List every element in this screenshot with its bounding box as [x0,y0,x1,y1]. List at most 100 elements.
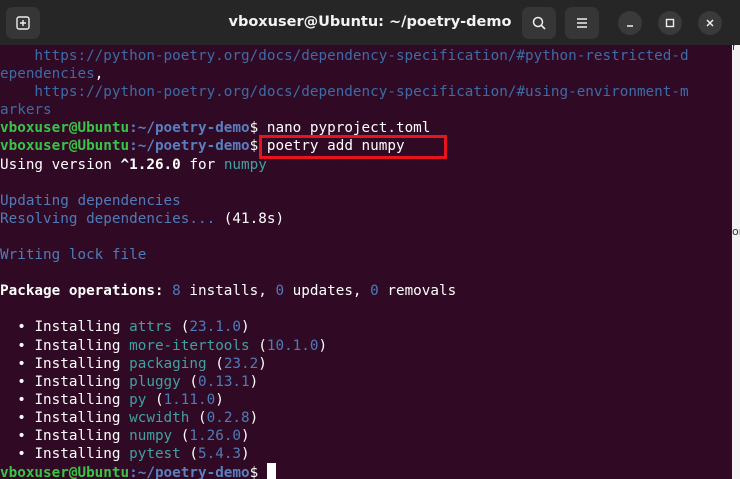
install-package: more-itertools [129,337,250,354]
prompt-path: :~/poetry-demo [129,138,250,155]
install-line: • Installing pluggy (0.13.1) [0,373,732,391]
install-package: py [129,391,147,408]
install-line: • Installing numpy (1.26.0) [0,427,732,445]
removals-text: removals [378,283,457,300]
output-line-url2: https://python-poetry.org/docs/dependenc… [0,84,689,101]
output-line-url1: https://python-poetry.org/docs/dependenc… [0,48,689,64]
install-close-paren: ) [249,409,259,426]
output-line-url1-cont: ependencies, [0,65,732,83]
install-version: 5.4.3 [198,446,242,463]
using-version: ^1.26.0 [120,156,181,173]
install-action: Installing [34,373,130,390]
output-line-package-operations: Package operations: 8 installs, 0 update… [0,282,732,300]
install-version: 23.2 [223,355,259,372]
install-line: • Installing more-itertools (10.1.0) [0,337,732,355]
url1-comma: , [94,66,104,83]
title-bar: vboxuser@Ubuntu: ~/poetry-demo [0,0,740,45]
output-line-url2-cont: arkers [0,102,52,119]
install-bullet: • [0,391,35,408]
install-version: 0.2.8 [206,409,250,426]
install-version: 1.26.0 [189,427,242,444]
menu-button[interactable] [565,7,599,39]
search-button[interactable] [522,7,556,39]
install-open-paren: ( [172,319,190,336]
install-bullet: • [0,427,35,444]
output-line-writing: Writing lock file [0,247,147,264]
install-bullet: • [0,355,35,372]
installs-text: installs, [180,283,276,300]
background-fragment: r [732,45,737,53]
minimize-icon [627,25,633,27]
using-for: for [180,156,224,173]
install-list: • Installing attrs (23.1.0) • Installing… [0,318,732,463]
prompt-user: vboxuser@Ubuntu [0,120,130,137]
using-prefix: Using version [0,156,121,173]
removals-count: 0 [370,283,379,300]
install-close-paren: ) [258,355,267,372]
install-version: 10.1.0 [266,337,319,354]
installs-count: 8 [172,283,181,300]
text-cursor [266,463,276,479]
terminal-output[interactable]: https://python-poetry.org/docs/dependenc… [0,47,732,479]
output-line-updating: Updating dependencies [0,192,181,209]
install-version: 23.1.0 [189,319,242,336]
new-tab-icon [16,16,30,30]
maximize-icon [665,18,675,28]
install-package: pluggy [129,373,181,390]
install-bullet: • [0,409,35,426]
close-icon [706,19,714,27]
prompt-path: :~/poetry-demo [129,465,250,479]
prompt-path: :~/poetry-demo [129,120,250,137]
updates-text: updates, [284,283,371,300]
output-line-resolving: Resolving dependencies... (41.8s) [0,210,732,228]
prompt-user: vboxuser@Ubuntu [0,138,130,155]
install-action: Installing [34,427,130,444]
install-version: 1.11.0 [163,391,216,408]
install-bullet: • [0,319,35,336]
install-line: • Installing packaging (23.2) [0,355,732,373]
install-action: Installing [34,446,130,463]
minimize-button[interactable] [618,11,642,35]
install-open-paren: ( [206,355,224,372]
background-fragment: or [732,225,740,238]
hamburger-menu-icon [577,18,587,28]
install-package: packaging [129,355,207,372]
resolving-time: (41.8s) [215,210,285,227]
install-open-paren: ( [180,446,198,463]
install-close-paren: ) [241,319,250,336]
maximize-button[interactable] [658,11,682,35]
install-package: numpy [129,427,173,444]
command-nano: $ nano pyproject.toml [249,120,431,137]
new-tab-button[interactable] [6,7,40,39]
prompt-line-final: vboxuser@Ubuntu:~/poetry-demo$ [0,463,732,479]
install-bullet: • [0,337,35,354]
install-line: • Installing attrs (23.1.0) [0,318,732,336]
install-close-paren: ) [318,337,328,354]
install-bullet: • [0,373,35,390]
install-version: 0.13.1 [198,373,250,390]
install-close-paren: ) [249,373,259,390]
pkg-ops-label: Package operations: [0,283,164,300]
install-open-paren: ( [189,409,207,426]
search-icon [532,16,546,30]
install-open-paren: ( [249,337,267,354]
install-line: • Installing py (1.11.0) [0,391,732,409]
terminal-window: vboxuser@Ubuntu: ~/poetry-demo https://p… [0,0,740,479]
install-package: pytest [129,446,181,463]
resolving-text: Resolving dependencies... [0,210,216,227]
install-package: wcwidth [129,409,190,426]
install-bullet: • [0,446,35,463]
window-title: vboxuser@Ubuntu: ~/poetry-demo [228,14,512,30]
command-highlight-box [259,135,447,159]
close-button[interactable] [698,11,722,35]
prompt-symbol: $ [249,465,267,479]
install-action: Installing [34,409,130,426]
install-action: Installing [34,355,130,372]
install-open-paren: ( [172,427,190,444]
install-close-paren: ) [215,391,224,408]
updates-count: 0 [275,283,285,300]
install-action: Installing [34,319,130,336]
